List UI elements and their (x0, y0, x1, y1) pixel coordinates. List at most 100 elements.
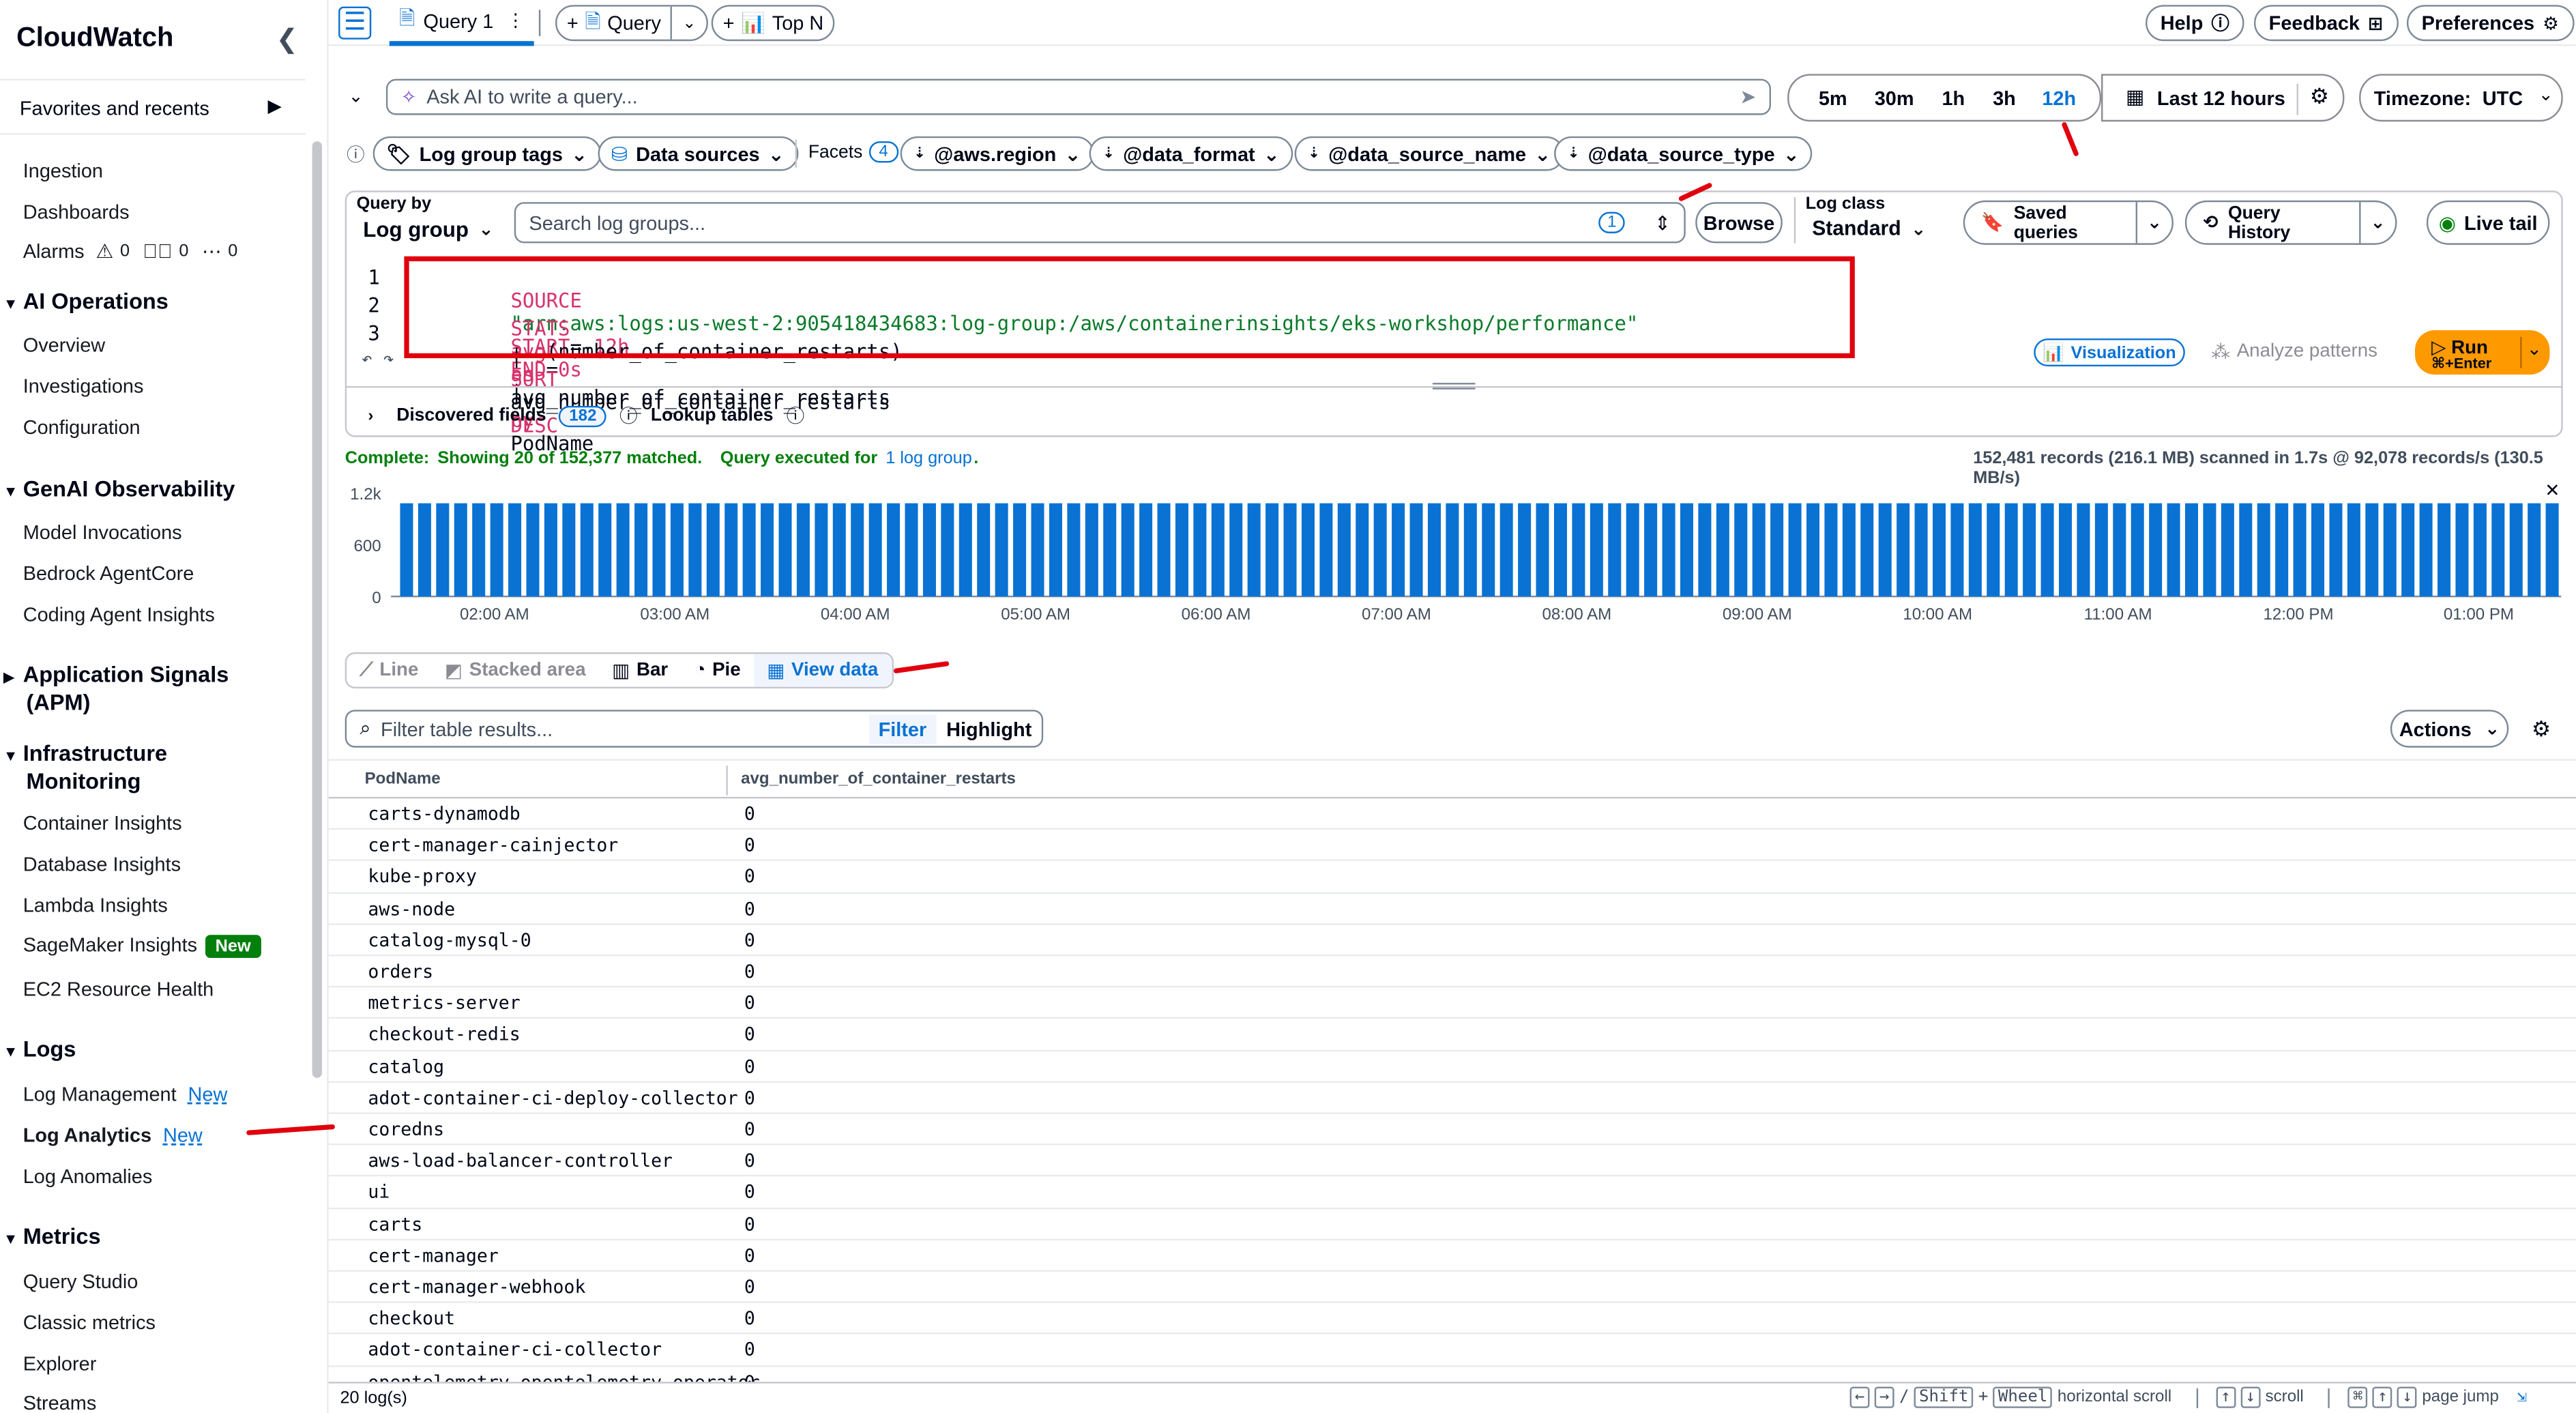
sidebar-item-ec2-health[interactable]: EC2 Resource Health (23, 978, 214, 1001)
histogram-bar[interactable] (922, 503, 936, 597)
histogram-bar[interactable] (778, 503, 792, 597)
saved-queries-split-button[interactable]: 🔖 Saved queries ⌄ (1963, 200, 2174, 245)
sidebar-section-ai-operations[interactable]: ▼ AI Operations (0, 289, 169, 314)
histogram-bar[interactable] (1175, 503, 1188, 597)
table-row[interactable]: cert-manager 0 (328, 1240, 2576, 1272)
sidebar-section-logs[interactable]: ▼ Logs (0, 1037, 76, 1062)
histogram-bar[interactable] (2383, 503, 2397, 597)
histogram-bar[interactable] (1031, 503, 1044, 597)
log-class-select[interactable]: Standard ⌄ (1812, 217, 1926, 240)
resize-handle[interactable] (1432, 383, 1476, 390)
gear-icon[interactable]: ⚙ (2310, 84, 2329, 111)
browse-button[interactable]: Browse (1695, 202, 1783, 244)
histogram-bar[interactable] (1067, 503, 1081, 597)
sidebar-item-overview[interactable]: Overview (23, 334, 105, 357)
histogram-bar[interactable] (1211, 503, 1225, 597)
histogram-bar[interactable] (1392, 503, 1405, 597)
histogram-bar[interactable] (1482, 503, 1495, 597)
facet-data-format[interactable]: ⇣ @data_format ⌄ (1089, 136, 1293, 171)
tab-query-1[interactable]: 🗎 Query 1 ⋮ (389, 0, 535, 46)
histogram-bar[interactable] (2419, 503, 2433, 597)
histogram-bar[interactable] (2329, 503, 2343, 597)
table-row[interactable]: adot-container-ci-deploy-collector 0 (328, 1082, 2576, 1114)
table-row[interactable]: carts-dynamodb 0 (328, 798, 2576, 830)
chevron-down-icon[interactable]: ⌄ (2360, 212, 2395, 233)
log-group-search-input[interactable]: Search log groups... 1 ⇕ (514, 202, 1686, 244)
histogram-bar[interactable] (796, 503, 810, 597)
sidebar-item-ingestion[interactable]: Ingestion (23, 160, 103, 183)
histogram-bar[interactable] (1409, 503, 1423, 597)
tab-view-data[interactable]: ▦ View data (753, 654, 892, 687)
query-by-select[interactable]: Log group ⌄ (363, 217, 493, 242)
histogram-bar[interactable] (2077, 503, 2090, 597)
histogram-bar[interactable] (1139, 503, 1153, 597)
histogram-bar[interactable] (616, 503, 630, 597)
histogram-bar[interactable] (995, 503, 1008, 597)
histogram-bar[interactable] (436, 503, 450, 597)
log-group-link[interactable]: 1 log group (886, 448, 972, 468)
histogram-bar[interactable] (688, 503, 702, 597)
histogram-bar[interactable] (742, 503, 756, 597)
saved-queries-button[interactable]: 🔖 Saved queries (1965, 202, 2137, 244)
histogram-bar[interactable] (2491, 503, 2505, 597)
help-button[interactable]: Help ⓘ (2146, 5, 2244, 42)
histogram-bar[interactable] (1698, 503, 1712, 597)
sidebar-section-app-signals[interactable]: ▶ Application Signals (APM) (0, 662, 229, 716)
histogram-bar[interactable] (2094, 503, 2108, 597)
histogram-bar[interactable] (2545, 503, 2559, 597)
new-query-button[interactable]: + 🗎 Query (557, 6, 673, 40)
histogram-bar[interactable] (1752, 503, 1766, 597)
histogram-bar[interactable] (1716, 503, 1729, 597)
gear-icon[interactable]: ⚙ (2532, 716, 2551, 743)
histogram-bar[interactable] (2311, 503, 2325, 597)
histogram-bar[interactable] (1356, 503, 1369, 597)
histogram-bar[interactable] (1608, 503, 1622, 597)
ai-query-input[interactable]: ✧ Ask AI to write a query... ➤ (385, 78, 1771, 115)
histogram-bar[interactable] (868, 503, 882, 597)
histogram-bar[interactable] (2058, 503, 2073, 597)
info-icon[interactable]: ⓘ (619, 403, 637, 429)
histogram-bar[interactable] (2239, 503, 2253, 597)
histogram-bar[interactable] (1968, 503, 1982, 597)
facet-data-source-name[interactable]: ⇣ @data_source_name ⌄ (1294, 136, 1564, 171)
histogram-bar[interactable] (1987, 503, 2000, 597)
sidebar-item-streams[interactable]: Streams (23, 1392, 97, 1413)
table-row[interactable]: carts 0 (328, 1208, 2576, 1240)
query-history-split-button[interactable]: ⟲ Query History ⌄ (2184, 200, 2397, 245)
histogram-bar[interactable] (526, 503, 540, 597)
histogram-bar[interactable] (2473, 503, 2487, 597)
feedback-button[interactable]: Feedback ⊞ (2253, 5, 2398, 42)
time-range-absolute[interactable]: ▦ Last 12 hours ⚙ (2101, 74, 2345, 122)
histogram-bar[interactable] (2275, 503, 2289, 597)
facet-data-source-type[interactable]: ⇣ @data_source_type ⌄ (1554, 136, 1813, 171)
histogram-bar[interactable] (1427, 503, 1441, 597)
histogram-bar[interactable] (634, 503, 648, 597)
sidebar-item-coding-agent[interactable]: Coding Agent Insights (23, 603, 215, 626)
send-icon[interactable]: ➤ (1740, 85, 1756, 108)
histogram-bar[interactable] (1860, 503, 1874, 597)
filter-mode-button[interactable]: Filter (868, 714, 937, 744)
sidebar-item-sagemaker-insights[interactable]: SageMaker Insights New (23, 933, 261, 958)
histogram-bar[interactable] (1553, 503, 1567, 597)
info-icon[interactable]: ⓘ (347, 141, 364, 168)
tab-pie[interactable]: ◔ Pie (681, 660, 753, 680)
histogram-bar[interactable] (724, 503, 738, 597)
visualization-button[interactable]: 📊 Visualization (2034, 338, 2185, 367)
histogram-bar[interactable] (400, 503, 413, 597)
histogram-bar[interactable] (2438, 503, 2451, 597)
time-option-12h[interactable]: 12h (2042, 87, 2076, 111)
timezone-select[interactable]: Timezone: UTC ⌄ (2359, 74, 2563, 122)
discovered-fields-toggle[interactable]: › Discovered fields 182 ⓘ Lookup tables … (368, 403, 804, 429)
sidebar-item-log-analytics[interactable]: Log Analytics New (23, 1124, 203, 1147)
query-history-button[interactable]: ⟲ Query History (2186, 202, 2360, 244)
collapse-icon[interactable]: ⇲ (2517, 1388, 2527, 1406)
histogram-bar[interactable] (472, 503, 486, 597)
actions-button[interactable]: Actions ⌄ (2390, 710, 2509, 748)
table-row[interactable]: cert-manager-cainjector 0 (328, 830, 2576, 862)
facet-aws-region[interactable]: ⇣ @aws.region ⌄ (900, 136, 1094, 171)
sidebar-item-database-insights[interactable]: Database Insights (23, 853, 181, 876)
histogram-bar[interactable] (1662, 503, 1675, 597)
table-row[interactable]: aws-load-balancer-controller 0 (328, 1146, 2576, 1178)
sidebar-item-configuration[interactable]: Configuration (23, 416, 141, 439)
histogram-bar[interactable] (1770, 503, 1784, 597)
